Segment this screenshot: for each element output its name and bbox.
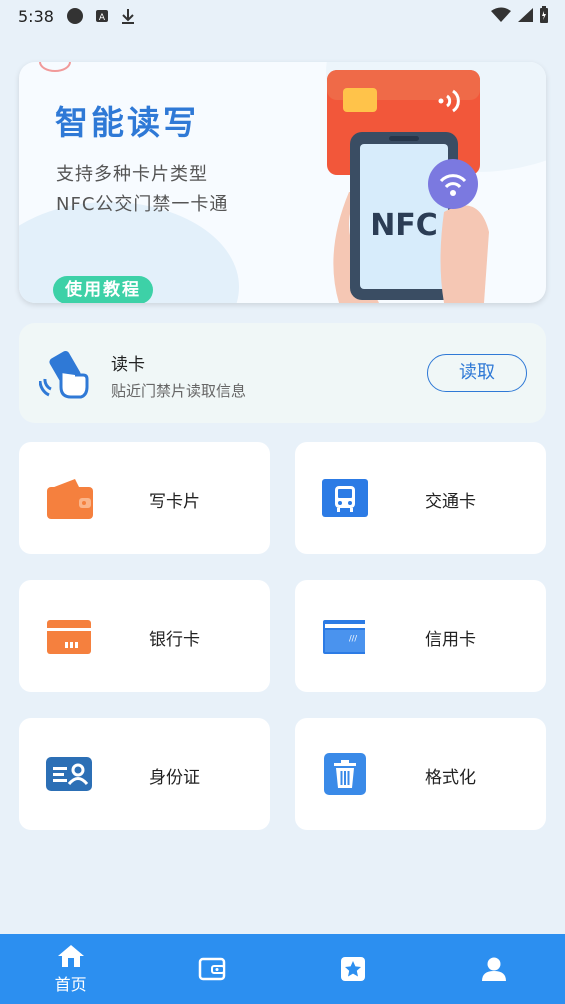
bus-icon: [322, 479, 368, 517]
card-label: 信用卡: [425, 630, 476, 650]
card-credit[interactable]: /// 信用卡: [295, 580, 546, 692]
signal-icon: [518, 8, 533, 22]
nfc-tap-icon: [39, 350, 89, 399]
promo-banner[interactable]: 智能读写 支持多种卡片类型 NFC公交门禁一卡通 使用教程 NFC: [19, 62, 546, 303]
card-label: 身份证: [149, 768, 200, 788]
battery-icon: [540, 6, 548, 23]
notification-dot-icon: [66, 8, 83, 24]
wifi-icon: [491, 7, 511, 22]
id-card-icon: [46, 757, 92, 791]
tutorial-button[interactable]: 使用教程: [53, 276, 153, 303]
star-icon: [341, 957, 366, 981]
card-bank[interactable]: 银行卡: [19, 580, 270, 692]
nfc-art-text: NFC: [370, 208, 438, 243]
wallet-icon: [198, 957, 226, 981]
download-icon: [121, 9, 134, 24]
svg-text:A: A: [99, 13, 106, 23]
card-label: 银行卡: [149, 630, 200, 650]
banner-decoration: [39, 62, 71, 72]
home-icon: [57, 945, 84, 967]
font-a-icon: A: [95, 10, 108, 23]
nav-favorites[interactable]: [283, 934, 424, 1004]
user-icon: [482, 957, 507, 981]
nav-wallet[interactable]: [141, 934, 282, 1004]
banner-title: 智能读写: [55, 103, 199, 142]
card-transit[interactable]: 交通卡: [295, 442, 546, 554]
card-write[interactable]: 写卡片: [19, 442, 270, 554]
nav-profile[interactable]: [424, 934, 565, 1004]
read-card-title: 读卡: [111, 355, 145, 375]
read-button[interactable]: 读取: [427, 354, 527, 392]
banner-subtitle: 支持多种卡片类型: [56, 164, 208, 185]
svg-text:///: ///: [349, 634, 357, 643]
card-label: 写卡片: [149, 492, 200, 512]
card-id[interactable]: 身份证: [19, 718, 270, 830]
bottom-nav: 首页: [0, 934, 565, 1004]
read-card-description: 贴近门禁片读取信息: [111, 382, 247, 400]
status-time: 5:38: [18, 6, 54, 26]
nav-home-label: 首页: [54, 975, 87, 994]
nfc-phone-illustration: NFC: [327, 70, 489, 303]
nav-home[interactable]: 首页: [0, 934, 141, 1004]
status-bar: 5:38 A: [0, 0, 565, 32]
read-card-panel: 读卡 贴近门禁片读取信息 读取: [19, 323, 546, 423]
trash-icon: [324, 753, 366, 795]
card-format[interactable]: 格式化: [295, 718, 546, 830]
wallet-icon: [47, 479, 93, 519]
banner-subtitle: NFC公交门禁一卡通: [56, 194, 229, 215]
bank-card-icon: [47, 620, 91, 654]
card-label: 交通卡: [425, 492, 476, 512]
credit-card-icon: ///: [323, 620, 367, 654]
card-label: 格式化: [425, 768, 476, 788]
